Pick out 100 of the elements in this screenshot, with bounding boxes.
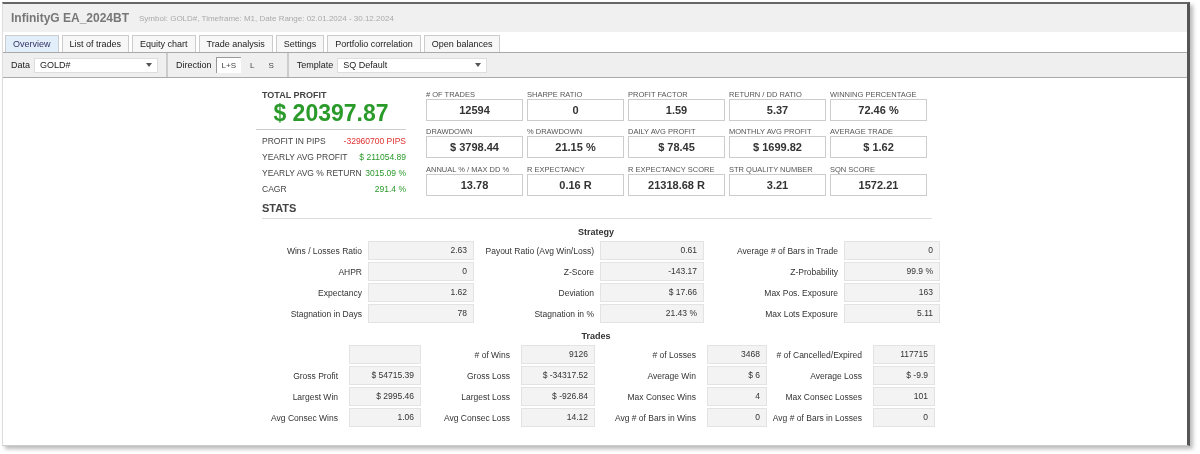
stat-value: 117715 <box>873 345 935 364</box>
stat-value: 9126 <box>521 345 595 364</box>
direction-toggle[interactable]: L <box>245 57 260 73</box>
metric-value: 3.21 <box>729 173 826 196</box>
metric-value: $ 78.45 <box>628 136 725 159</box>
stat-value: 2.63 <box>368 241 474 260</box>
stat-value: 0.61 <box>600 241 704 260</box>
stat-label: Payout Ratio (Avg Win/Loss) <box>484 245 595 256</box>
metric-value: 72.46 % <box>830 99 927 121</box>
stat-value: 14.12 <box>521 408 595 427</box>
summary-label: YEARLY AVG % RETURN <box>262 168 362 178</box>
summary-value: 3015.09 % <box>365 168 406 178</box>
stat-value: $ -9.9 <box>873 366 935 385</box>
stat-label: Wins / Losses Ratio <box>285 245 363 256</box>
metric-value: 21.15 % <box>527 136 624 159</box>
stat-label: Stagnation in Days <box>289 308 363 319</box>
stat-value: -143.17 <box>600 262 704 281</box>
stat-label: AHPR <box>337 266 363 277</box>
stat-label: Gross Profit <box>292 370 339 381</box>
stat-label: Deviation <box>557 287 595 298</box>
stat-label: Largest Win <box>291 391 339 402</box>
stat-label: Max Consec Losses <box>784 391 863 402</box>
stat-label: Max Lots Exposure <box>764 308 839 319</box>
field-label: Direction <box>176 60 212 70</box>
dropdown-value: GOLD# <box>40 60 71 70</box>
metric-value: $ 1.62 <box>830 136 927 159</box>
caret-icon <box>475 63 482 67</box>
metric-value: 21318.68 R <box>628 173 725 196</box>
stat-label: Expectancy <box>317 287 363 298</box>
metric-value: 12594 <box>426 99 523 121</box>
tab[interactable]: Trade analysis <box>198 35 273 52</box>
stat-value: 101 <box>873 387 935 406</box>
summary-value: $ 211054.89 <box>359 152 406 162</box>
empty-value-box <box>349 345 421 364</box>
field-label: Template <box>296 60 334 70</box>
stat-value: 1.62 <box>368 283 474 302</box>
total-profit-value: $ 20397.87 <box>256 100 406 130</box>
stat-value: 4 <box>707 387 767 406</box>
metric-value: 0.16 R <box>527 173 624 196</box>
stat-label: Average # of Bars in Trade <box>736 245 839 256</box>
stat-label: Z-Score <box>562 266 595 277</box>
tab[interactable]: Portfolio correlation <box>327 35 421 52</box>
metric-value: 5.37 <box>729 99 826 121</box>
stat-label: Max Pos. Exposure <box>763 287 839 298</box>
window-title: InfinityG EA_2024BT <box>11 11 130 25</box>
stat-label: # of Losses <box>651 349 697 360</box>
stat-value: 0 <box>707 408 767 427</box>
section-title: STATS <box>262 202 932 219</box>
stat-label: Avg # of Bars in Losses <box>772 412 863 423</box>
stat-value: 0 <box>844 241 940 260</box>
stat-value: $ -926.84 <box>521 387 595 406</box>
metric-value: 13.78 <box>426 173 523 196</box>
section-heading: Strategy <box>577 227 615 237</box>
stat-label: Average Loss <box>809 370 863 381</box>
direction-toggle[interactable]: L+S <box>215 57 241 73</box>
stat-label: Average Win <box>646 370 697 381</box>
metric-value: 1572.21 <box>830 173 927 196</box>
stat-label: Z-Probability <box>789 266 839 277</box>
stat-label: Max Consec Wins <box>626 391 697 402</box>
stat-label: # of Wins <box>473 349 511 360</box>
stat-value: 3468 <box>707 345 767 364</box>
direction-toggle[interactable]: S <box>263 57 279 73</box>
summary-label: YEARLY AVG PROFIT <box>262 152 348 162</box>
tab[interactable]: List of trades <box>61 35 130 52</box>
field-label: Data <box>11 60 30 70</box>
stat-label: Avg Consec Wins <box>270 412 339 423</box>
stat-label: Stagnation in % <box>533 308 595 319</box>
stat-value: 99.9 % <box>844 262 940 281</box>
stat-value: 0 <box>368 262 474 281</box>
stat-label: Gross Loss <box>466 370 511 381</box>
stat-value: 21.43 % <box>600 304 704 323</box>
stat-label: # of Cancelled/Expired <box>775 349 863 360</box>
tab[interactable]: Overview <box>5 35 59 52</box>
caret-icon <box>146 63 152 67</box>
tab[interactable]: Open balances <box>423 35 501 52</box>
section-heading: Trades <box>580 331 612 341</box>
summary-value: 291.4 % <box>374 184 406 194</box>
metric-value: 1.59 <box>628 99 725 121</box>
stat-value: $ 54715.39 <box>349 366 421 385</box>
stat-value: $ 6 <box>707 366 767 385</box>
total-profit-label: TOTAL PROFIT <box>262 90 328 100</box>
stat-value: 1.06 <box>349 408 421 427</box>
stat-value: 78 <box>368 304 474 323</box>
summary-value: -32960700 PIPS <box>343 136 406 146</box>
metric-value: $ 3798.44 <box>426 136 523 159</box>
tab[interactable]: Equity chart <box>132 35 196 52</box>
stat-label: Avg # of Bars in Wins <box>613 412 697 423</box>
stat-value: $ 2995.46 <box>349 387 421 406</box>
tab[interactable]: Settings <box>275 35 325 52</box>
metric-value: 0 <box>527 99 624 121</box>
dropdown[interactable]: GOLD# <box>34 57 158 73</box>
stat-value: $ 17.66 <box>600 283 704 302</box>
summary-label: PROFIT IN PIPS <box>262 136 326 146</box>
stat-value: 0 <box>873 408 935 427</box>
stat-label: Avg Consec Loss <box>443 412 511 423</box>
dropdown-value: SQ Default <box>343 60 388 70</box>
stat-value: 163 <box>844 283 940 302</box>
stat-value: 5.11 <box>844 304 940 323</box>
stat-label: Largest Loss <box>460 391 511 402</box>
dropdown[interactable]: SQ Default <box>337 57 488 73</box>
